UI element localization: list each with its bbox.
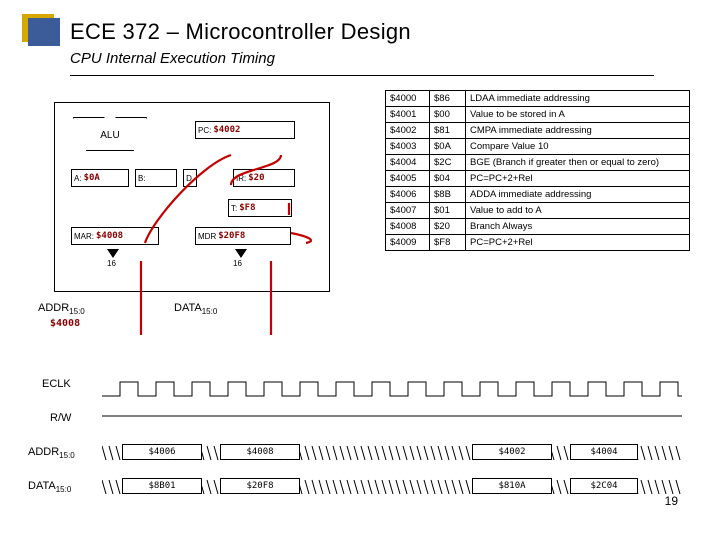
memory-cell: $4000 bbox=[386, 91, 430, 107]
memory-cell: $00 bbox=[430, 107, 466, 123]
t-register: T:$F8 bbox=[228, 199, 292, 217]
memory-cell: $8B bbox=[430, 187, 466, 203]
memory-cell: $04 bbox=[430, 171, 466, 187]
memory-cell: $81 bbox=[430, 123, 466, 139]
cpu-block: ALU PC:$4002 A:$0A B: D IR:$20 T:$F8 MAR… bbox=[54, 102, 330, 292]
rw-wave bbox=[102, 412, 682, 434]
ir-register: IR:$20 bbox=[233, 169, 295, 187]
data-bus-label: DATA15:0 bbox=[174, 302, 217, 316]
memory-cell: PC=PC+2+Rel bbox=[466, 235, 690, 251]
a-register: A:$0A bbox=[71, 169, 129, 187]
mar-register: MAR:$4008 bbox=[71, 227, 159, 245]
bus-value: $4004 bbox=[570, 444, 638, 460]
bus-value: $4006 bbox=[122, 444, 202, 460]
memory-row: $4001$00Value to be stored in A bbox=[386, 107, 690, 123]
memory-cell: $4006 bbox=[386, 187, 430, 203]
memory-row: $4009$F8PC=PC+2+Rel bbox=[386, 235, 690, 251]
memory-cell: $F8 bbox=[430, 235, 466, 251]
memory-cell: $4001 bbox=[386, 107, 430, 123]
mdr-driver-icon bbox=[235, 249, 247, 258]
bus-value: $8B01 bbox=[122, 478, 202, 494]
mdr-register: MDR$20F8 bbox=[195, 227, 291, 245]
memory-cell: $4003 bbox=[386, 139, 430, 155]
bus-value: $20F8 bbox=[220, 478, 300, 494]
d-register: D bbox=[183, 169, 197, 187]
memory-cell: $4008 bbox=[386, 219, 430, 235]
memory-row: $4007$01Value to add to A bbox=[386, 203, 690, 219]
memory-row: $4002$81CMPA immediate addressing bbox=[386, 123, 690, 139]
memory-cell: BGE (Branch if greater then or equal to … bbox=[466, 155, 690, 171]
memory-cell: Value to be stored in A bbox=[466, 107, 690, 123]
memory-cell: $4004 bbox=[386, 155, 430, 171]
memory-row: $4005$04PC=PC+2+Rel bbox=[386, 171, 690, 187]
memory-cell: $4007 bbox=[386, 203, 430, 219]
memory-cell: Branch Always bbox=[466, 219, 690, 235]
slide-subtitle: CPU Internal Execution Timing bbox=[70, 50, 692, 67]
memory-cell: Compare Value 10 bbox=[466, 139, 690, 155]
addr-bus-label: ADDR15:0 bbox=[38, 302, 85, 316]
memory-row: $4006$8BADDA immediate addressing bbox=[386, 187, 690, 203]
mar-driver-icon bbox=[107, 249, 119, 258]
eclk-label: ECLK bbox=[42, 378, 71, 390]
memory-cell: $4002 bbox=[386, 123, 430, 139]
alu: ALU bbox=[73, 117, 147, 151]
slide-title: ECE 372 – Microcontroller Design bbox=[70, 19, 411, 45]
memory-cell: Value to add to A bbox=[466, 203, 690, 219]
eclk-wave bbox=[102, 378, 682, 400]
addr-timing-label: ADDR15:0 bbox=[28, 446, 75, 460]
memory-cell: ADDA immediate addressing bbox=[466, 187, 690, 203]
b-register: B: bbox=[135, 169, 177, 187]
memory-row: $4008$20Branch Always bbox=[386, 219, 690, 235]
memory-cell: $0A bbox=[430, 139, 466, 155]
page-number: 19 bbox=[665, 494, 678, 508]
memory-cell: LDAA immediate addressing bbox=[466, 91, 690, 107]
memory-cell: CMPA immediate addressing bbox=[466, 123, 690, 139]
bus-value: $4008 bbox=[220, 444, 300, 460]
memory-table: $4000$86LDAA immediate addressing$4001$0… bbox=[385, 90, 690, 251]
bus-value: $2C04 bbox=[570, 478, 638, 494]
memory-cell: PC=PC+2+Rel bbox=[466, 171, 690, 187]
memory-cell: $2C bbox=[430, 155, 466, 171]
slide-logo bbox=[28, 18, 60, 46]
data-timing-label: DATA15:0 bbox=[28, 480, 71, 494]
pc-register: PC:$4002 bbox=[195, 121, 295, 139]
rw-label: R/W bbox=[50, 412, 71, 424]
memory-row: $4000$86LDAA immediate addressing bbox=[386, 91, 690, 107]
mar-width: 16 bbox=[107, 259, 116, 268]
memory-cell: $4009 bbox=[386, 235, 430, 251]
mdr-width: 16 bbox=[233, 259, 242, 268]
memory-cell: $86 bbox=[430, 91, 466, 107]
addr-bus-value: $4008 bbox=[50, 318, 80, 329]
memory-cell: $4005 bbox=[386, 171, 430, 187]
memory-row: $4004$2CBGE (Branch if greater then or e… bbox=[386, 155, 690, 171]
bus-value: $810A bbox=[472, 478, 552, 494]
memory-row: $4003$0ACompare Value 10 bbox=[386, 139, 690, 155]
divider bbox=[70, 75, 654, 76]
bus-value: $4002 bbox=[472, 444, 552, 460]
memory-cell: $01 bbox=[430, 203, 466, 219]
memory-cell: $20 bbox=[430, 219, 466, 235]
